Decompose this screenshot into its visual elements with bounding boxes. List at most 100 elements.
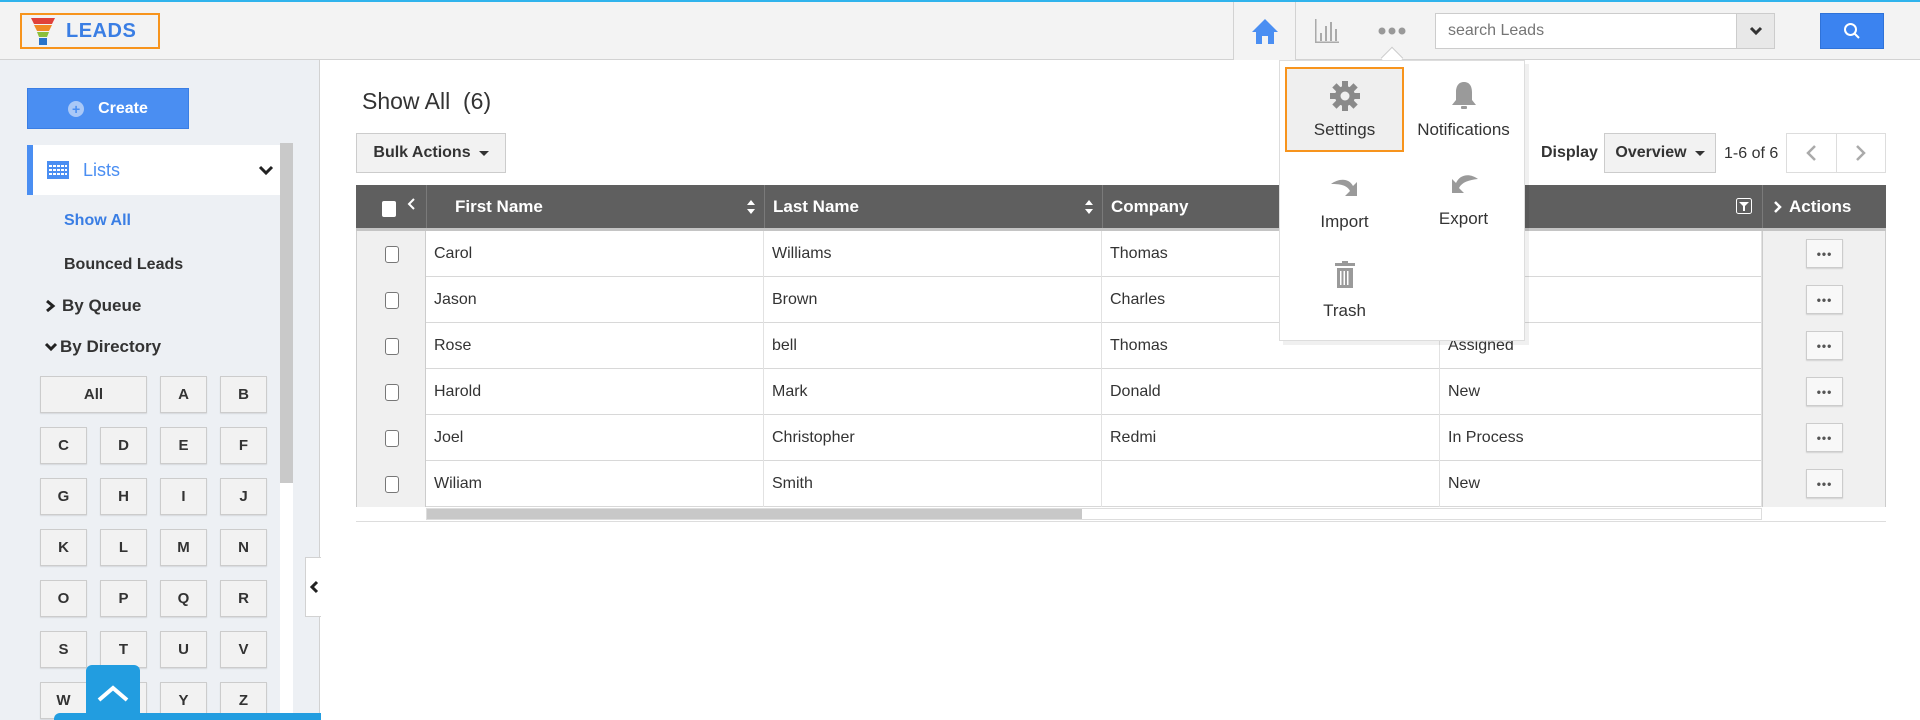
nav-home-button[interactable] (1233, 2, 1296, 60)
sidebar-group-by-queue[interactable]: By Queue (44, 296, 141, 316)
row-actions-button[interactable]: ••• (1806, 423, 1843, 452)
directory-letter-k[interactable]: K (40, 529, 87, 566)
menu-item-label: Trash (1323, 301, 1366, 320)
table-row[interactable]: Rose bell Thomas Assigned ••• (356, 323, 1886, 369)
directory-letter-g[interactable]: G (40, 478, 87, 515)
pagination-text: 1-6 of 6 (1724, 145, 1779, 162)
cell-first-name: Harold (426, 369, 764, 415)
directory-letter-t[interactable]: T (100, 631, 147, 668)
table-horizontal-scrollbar[interactable] (426, 508, 1762, 520)
column-header-last-name[interactable]: Last Name (764, 185, 1102, 228)
directory-letter-f[interactable]: F (220, 427, 267, 464)
directory-letter-j[interactable]: J (220, 478, 267, 515)
chevron-down-icon (258, 165, 274, 176)
nav-reports-button[interactable] (1297, 2, 1357, 60)
table-scrollbar-thumb[interactable] (427, 509, 1082, 519)
row-checkbox[interactable] (385, 384, 399, 401)
cell-last-name: Christopher (764, 415, 1102, 461)
row-checkbox[interactable] (385, 430, 399, 447)
group-label: By Queue (62, 296, 142, 315)
directory-letter-d[interactable]: D (100, 427, 147, 464)
page-title: Show All (6) (362, 88, 492, 114)
row-select-cell (356, 415, 426, 461)
app-logo[interactable]: LEADS (20, 13, 160, 49)
sidebar-scrollbar-thumb[interactable] (280, 143, 293, 483)
search-button[interactable] (1820, 13, 1884, 49)
create-button[interactable]: + Create (27, 88, 189, 129)
bulk-actions-dropdown[interactable]: Bulk Actions (356, 133, 506, 173)
menu-item-import[interactable]: Import (1285, 161, 1404, 246)
row-actions-button[interactable]: ••• (1806, 239, 1843, 268)
row-checkbox[interactable] (385, 292, 399, 309)
chevron-left-icon[interactable] (406, 197, 416, 211)
sidebar-item-lists[interactable]: Lists (27, 145, 280, 195)
directory-letter-p[interactable]: P (100, 580, 147, 617)
directory-letter-all[interactable]: All (40, 376, 147, 413)
sidebar-item-bounced-leads[interactable]: Bounced Leads (64, 256, 183, 274)
scroll-to-top-button[interactable] (86, 665, 140, 720)
search-input[interactable] (1436, 14, 1736, 48)
table-row[interactable]: Joel Christopher Redmi In Process ••• (356, 415, 1886, 461)
calendar-grid-icon (47, 161, 69, 179)
home-icon (1251, 19, 1278, 44)
directory-letter-b[interactable]: B (220, 376, 267, 413)
chevron-down-icon (44, 342, 58, 352)
directory-letter-a[interactable]: A (160, 376, 207, 413)
cell-first-name: Wiliam (426, 461, 764, 507)
trash-icon (1334, 261, 1355, 288)
bell-icon (1451, 81, 1476, 109)
filter-icon[interactable] (1736, 198, 1752, 214)
chevron-right-icon[interactable] (1773, 200, 1783, 214)
row-actions-button[interactable]: ••• (1806, 331, 1843, 360)
row-checkbox[interactable] (385, 246, 399, 263)
menu-item-trash[interactable]: Trash (1285, 251, 1404, 331)
row-select-cell (356, 277, 426, 323)
menu-item-notifications[interactable]: Notifications (1406, 67, 1521, 152)
directory-letter-e[interactable]: E (160, 427, 207, 464)
sidebar-item-show-all[interactable]: Show All (64, 212, 131, 230)
sidebar-group-by-directory[interactable]: By Directory (44, 337, 161, 357)
lists-label: Lists (83, 159, 121, 180)
caret-down-icon (1694, 150, 1705, 156)
table-row[interactable]: Harold Mark Donald New ••• (356, 369, 1886, 415)
next-page-button[interactable] (1835, 134, 1886, 172)
directory-letter-v[interactable]: V (220, 631, 267, 668)
row-checkbox[interactable] (385, 338, 399, 355)
directory-letter-l[interactable]: L (100, 529, 147, 566)
row-actions-button[interactable]: ••• (1806, 285, 1843, 314)
directory-letter-n[interactable]: N (220, 529, 267, 566)
directory-letter-s[interactable]: S (40, 631, 87, 668)
column-header-first-name[interactable]: First Name (426, 185, 764, 228)
directory-letter-i[interactable]: I (160, 478, 207, 515)
directory-letter-h[interactable]: H (100, 478, 147, 515)
directory-letter-u[interactable]: U (160, 631, 207, 668)
sort-icon (747, 200, 755, 214)
cell-first-name: Jason (426, 277, 764, 323)
chevron-down-icon (1749, 26, 1762, 36)
prev-page-button[interactable] (1787, 134, 1836, 172)
directory-letter-c[interactable]: C (40, 427, 87, 464)
column-header-actions: Actions (1762, 185, 1886, 228)
search-filter-dropdown[interactable] (1736, 14, 1774, 48)
menu-item-label: Settings (1313, 119, 1376, 139)
directory-letter-o[interactable]: O (40, 580, 87, 617)
menu-item-export[interactable]: Export (1406, 161, 1521, 241)
directory-letter-r[interactable]: R (220, 580, 267, 617)
search-box (1435, 13, 1775, 49)
directory-letter-m[interactable]: M (160, 529, 207, 566)
table-row[interactable]: Wiliam Smith New ••• (356, 461, 1886, 507)
directory-letter-q[interactable]: Q (160, 580, 207, 617)
table-row[interactable]: Carol Williams Thomas ••• (356, 231, 1886, 277)
row-actions-button[interactable]: ••• (1806, 377, 1843, 406)
sidebar-scrollbar[interactable] (280, 143, 293, 720)
select-all-checkbox[interactable] (382, 201, 396, 217)
display-select[interactable]: Overview (1604, 133, 1716, 173)
cell-status: In Process (1440, 415, 1762, 461)
menu-item-settings[interactable]: Settings (1285, 67, 1404, 152)
row-checkbox[interactable] (385, 476, 399, 493)
cell-first-name: Carol (426, 231, 764, 277)
gear-icon (1329, 80, 1360, 111)
table-row[interactable]: Jason Brown Charles ••• (356, 277, 1886, 323)
row-actions-button[interactable]: ••• (1806, 469, 1843, 498)
collapse-sidebar-button[interactable] (305, 557, 321, 617)
